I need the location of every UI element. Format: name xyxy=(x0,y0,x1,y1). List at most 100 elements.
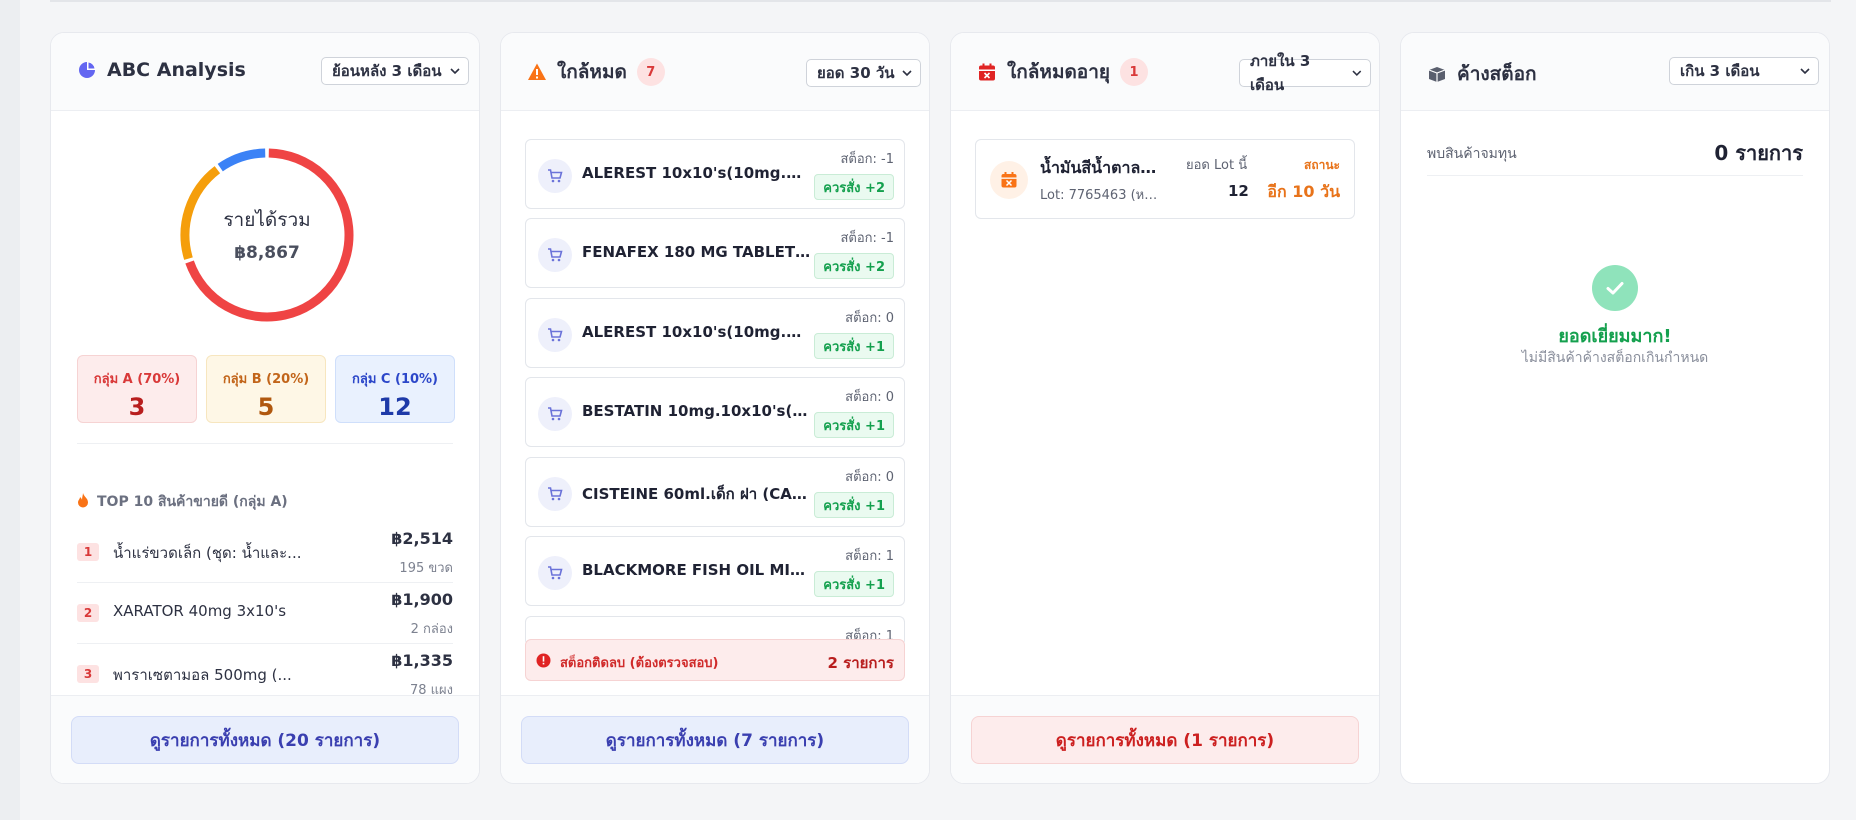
abc-card-title: ABC Analysis xyxy=(77,59,246,81)
suggest-order-badge: ควรสั่ง +1 xyxy=(814,571,894,597)
overstock-found-count: 0 รายการ xyxy=(1714,141,1803,165)
top10-title: TOP 10 สินค้าขายดี (กลุ่ม A) xyxy=(97,494,288,510)
suggest-order-badge: ควรสั่ง +1 xyxy=(814,492,894,518)
expiring-card-footer: ดูรายการทั้งหมด (1 รายการ) xyxy=(951,695,1379,783)
revenue-value: ฿8,867 xyxy=(234,243,300,263)
left-sidebar-edge xyxy=(0,0,20,820)
view-all-expiring-button[interactable]: ดูรายการทั้งหมด (1 รายการ) xyxy=(971,716,1359,764)
stock-item-name: ALEREST 10x10's(10mg.CCB) ... xyxy=(582,164,812,182)
chevron-down-icon xyxy=(1800,68,1810,75)
expiring-count-badge: 1 xyxy=(1120,58,1149,86)
stock-item-name: CISTEINE 60ml.เด็ก ฝา (CARBO... xyxy=(582,485,812,503)
cart-icon xyxy=(538,397,572,431)
revenue-donut-chart: รายได้รวม ฿8,867 xyxy=(175,143,359,327)
top-item-row[interactable]: 3 พาราเซตามอล 500mg (... ฿1,335 78 แผง xyxy=(77,643,453,703)
rank-number: 3 xyxy=(77,665,99,683)
stock-item-stock: สต็อก: -1 xyxy=(840,231,894,246)
near-out-card-title: ใกล้หมด 7 xyxy=(527,57,665,87)
view-all-near-out-button[interactable]: ดูรายการทั้งหมด (7 รายการ) xyxy=(521,716,909,764)
stock-item[interactable]: BESTATIN 10mg.10x10's(BERL)... สต็อก: 0 … xyxy=(525,377,905,447)
stock-item-stock: สต็อก: -1 xyxy=(840,152,894,167)
stock-item-name: BLACKMORE FISH OIL MINICA... xyxy=(582,561,812,579)
stock-item[interactable]: ALEREST 10x10's(10mg.CCB) *... สต็อก: 0 … xyxy=(525,298,905,368)
rank-number: 1 xyxy=(77,543,99,561)
abc-analysis-card: ABC Analysis ย้อนหลัง 3 เดือน รายได้รวม … xyxy=(50,32,480,784)
alert-circle-icon xyxy=(536,653,551,668)
group-b-box: กลุ่ม B (20%) 5 xyxy=(206,355,326,423)
expiring-item-lot: Lot: 7765463 (หม... xyxy=(1040,188,1165,203)
expiring-item-name: น้ำมันสีน้ำตาล เ... xyxy=(1040,158,1160,177)
stock-item-name: BESTATIN 10mg.10x10's(BERL)... xyxy=(582,402,812,420)
expiring-card-title: ใกล้หมดอายุ 1 xyxy=(977,57,1149,87)
negative-stock-count: 2 รายการ xyxy=(827,654,895,672)
lot-balance-value: 12 xyxy=(1228,182,1249,200)
overstock-card-header: ค้างสต็อก เกิน 3 เดือน xyxy=(1401,33,1829,111)
chevron-down-icon xyxy=(1352,70,1362,77)
cart-icon xyxy=(538,556,572,590)
divider xyxy=(77,443,453,444)
near-out-period-select[interactable]: ยอด 30 วัน xyxy=(806,59,921,87)
pie-chart-icon xyxy=(77,60,97,80)
stock-item[interactable]: BLACKMORE FISH OIL MINICA... สต็อก: 1 คว… xyxy=(525,536,905,606)
top10-heading: TOP 10 สินค้าขายดี (กลุ่ม A) xyxy=(77,491,288,513)
expiring-item[interactable]: น้ำมันสีน้ำตาล เ... Lot: 7765463 (หม... … xyxy=(975,139,1355,219)
cart-icon xyxy=(538,159,572,193)
near-out-count-badge: 7 xyxy=(636,58,665,86)
expiring-period-value: ภายใน 3 เดือน xyxy=(1250,52,1311,94)
status-label: สถานะ xyxy=(1304,158,1340,172)
top-item-amount: ฿2,514 xyxy=(391,529,453,548)
suggest-order-badge: ควรสั่ง +1 xyxy=(814,333,894,359)
near-out-title-text: ใกล้หมด xyxy=(557,61,627,83)
negative-stock-label: สต็อกติดลบ (ต้องตรวจสอบ) xyxy=(560,656,719,671)
stock-item-stock: สต็อก: 0 xyxy=(845,470,894,485)
group-b-value: 5 xyxy=(257,393,275,421)
overstock-great-text: ยอดเยี่ยมมาก! xyxy=(1558,326,1672,347)
stock-item-name: FENAFEX 180 MG TABLETS 10... xyxy=(582,243,812,261)
top-item-name: พาราเซตามอล 500mg (... xyxy=(113,666,292,684)
check-circle-icon xyxy=(1592,265,1638,311)
top-item-qty: 2 กล่อง xyxy=(410,622,453,637)
stock-item[interactable]: CISTEINE 60ml.เด็ก ฝา (CARBO... สต็อก: 0… xyxy=(525,457,905,527)
top-item-name: น้ำแร่ขวดเล็ก (ชุด: น้ำและ... xyxy=(113,544,302,562)
abc-period-select[interactable]: ย้อนหลัง 3 เดือน xyxy=(321,57,469,85)
top-item-row[interactable]: 2 XARATOR 40mg 3x10's ฿1,900 2 กล่อง xyxy=(77,582,453,642)
stock-item[interactable]: FENAFEX 180 MG TABLETS 10... สต็อก: -1 ค… xyxy=(525,218,905,288)
divider xyxy=(1427,175,1803,176)
group-c-value: 12 xyxy=(378,393,412,421)
status-value: อีก 10 วัน xyxy=(1267,182,1340,201)
calendar-x-icon xyxy=(990,161,1028,199)
donut-slice-3 xyxy=(217,148,266,172)
abc-period-value: ย้อนหลัง 3 เดือน xyxy=(332,62,442,80)
revenue-label: รายได้รวม xyxy=(223,209,311,231)
top-item-qty: 195 ขวด xyxy=(399,561,453,576)
group-c-box: กลุ่ม C (10%) 12 xyxy=(335,355,455,423)
group-a-label: กลุ่ม A (70%) xyxy=(93,372,181,387)
top-item-name: XARATOR 40mg 3x10's xyxy=(113,602,287,620)
overstock-period-select[interactable]: เกิน 3 เดือน xyxy=(1669,57,1819,85)
abc-card-footer: ดูรายการทั้งหมด (20 รายการ) xyxy=(51,695,479,783)
group-a-box: กลุ่ม A (70%) 3 xyxy=(77,355,197,423)
stock-item[interactable]: ALEREST 10x10's(10mg.CCB) ... สต็อก: -1 … xyxy=(525,139,905,209)
chevron-down-icon xyxy=(450,68,460,75)
stock-item-stock: สต็อก: 0 xyxy=(845,390,894,405)
expiring-title-text: ใกล้หมดอายุ xyxy=(1007,61,1111,83)
overstock-card-title: ค้างสต็อก xyxy=(1427,59,1537,89)
view-all-abc-button[interactable]: ดูรายการทั้งหมด (20 รายการ) xyxy=(71,716,459,764)
lot-balance-label: ยอด Lot นี้ xyxy=(1186,158,1248,173)
expiring-period-select[interactable]: ภายใน 3 เดือน xyxy=(1239,52,1371,94)
top-item-row[interactable]: 1 น้ำแร่ขวดเล็ก (ชุด: น้ำและ... ฿2,514 1… xyxy=(77,521,453,581)
near-out-period-value: ยอด 30 วัน xyxy=(817,64,895,82)
chevron-down-icon xyxy=(902,70,912,77)
overstock-card: ค้างสต็อก เกิน 3 เดือน พบสินค้าจมทุน 0 ร… xyxy=(1400,32,1830,784)
stock-item-stock: สต็อก: 1 xyxy=(845,549,894,564)
abc-card-header: ABC Analysis ย้อนหลัง 3 เดือน xyxy=(51,33,479,111)
cart-icon xyxy=(538,238,572,272)
box-open-icon xyxy=(1427,64,1447,84)
top-divider xyxy=(50,0,1831,2)
fire-icon xyxy=(77,492,89,512)
near-out-card-header: ใกล้หมด 7 ยอด 30 วัน xyxy=(501,33,929,111)
calendar-x-icon xyxy=(977,62,997,82)
expiring-card-header: ใกล้หมดอายุ 1 ภายใน 3 เดือน xyxy=(951,33,1379,111)
cart-icon xyxy=(538,318,572,352)
negative-stock-alert[interactable]: สต็อกติดลบ (ต้องตรวจสอบ) 2 รายการ xyxy=(525,639,905,681)
